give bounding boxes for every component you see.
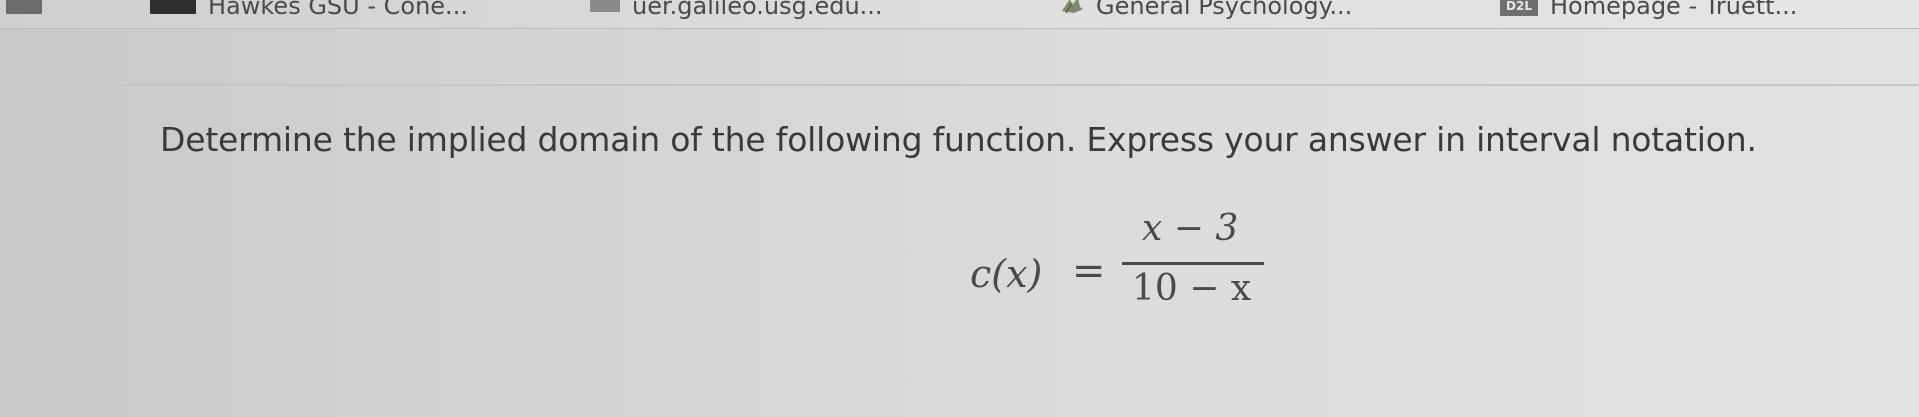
page-icon bbox=[6, 0, 42, 14]
bookmark-galileo[interactable]: uer.galileo.usg.edu... bbox=[590, 0, 883, 21]
formula-numerator: x − 3 bbox=[1142, 208, 1239, 249]
function-formula: c(x) = x − 3 10 − x bbox=[0, 208, 1919, 378]
bookmark-label: Hawkes GSU - Cone... bbox=[208, 0, 468, 20]
bookmark-general-psychology[interactable]: General Psychology... bbox=[1060, 0, 1352, 21]
fraction-bar bbox=[1122, 262, 1264, 265]
d2l-icon: D2L bbox=[1500, 0, 1538, 16]
bookmark-label: uer.galileo.usg.edu... bbox=[632, 0, 883, 20]
bookmark-homepage-truett[interactable]: D2L Homepage - Truett... bbox=[1500, 0, 1797, 21]
bookmarks-bar: Hawkes GSU - Cone... uer.galileo.usg.edu… bbox=[0, 0, 1919, 29]
formula-equals: = bbox=[1072, 248, 1106, 294]
formula-lhs: c(x) bbox=[970, 252, 1043, 296]
psychology-leaf-icon bbox=[1060, 0, 1084, 15]
panel-top-border bbox=[120, 84, 1919, 86]
bookmark-label: General Psychology... bbox=[1096, 0, 1353, 20]
bookmark-label: Homepage - Truett... bbox=[1550, 0, 1798, 20]
question-prompt: Determine the implied domain of the foll… bbox=[160, 120, 1757, 159]
formula-denominator: 10 − x bbox=[1132, 268, 1252, 309]
galileo-icon bbox=[590, 0, 620, 12]
bookmark-hawkes[interactable]: Hawkes GSU - Cone... bbox=[150, 0, 468, 21]
bookmark-item[interactable] bbox=[6, 0, 54, 21]
hawkes-learning-icon bbox=[150, 0, 196, 14]
